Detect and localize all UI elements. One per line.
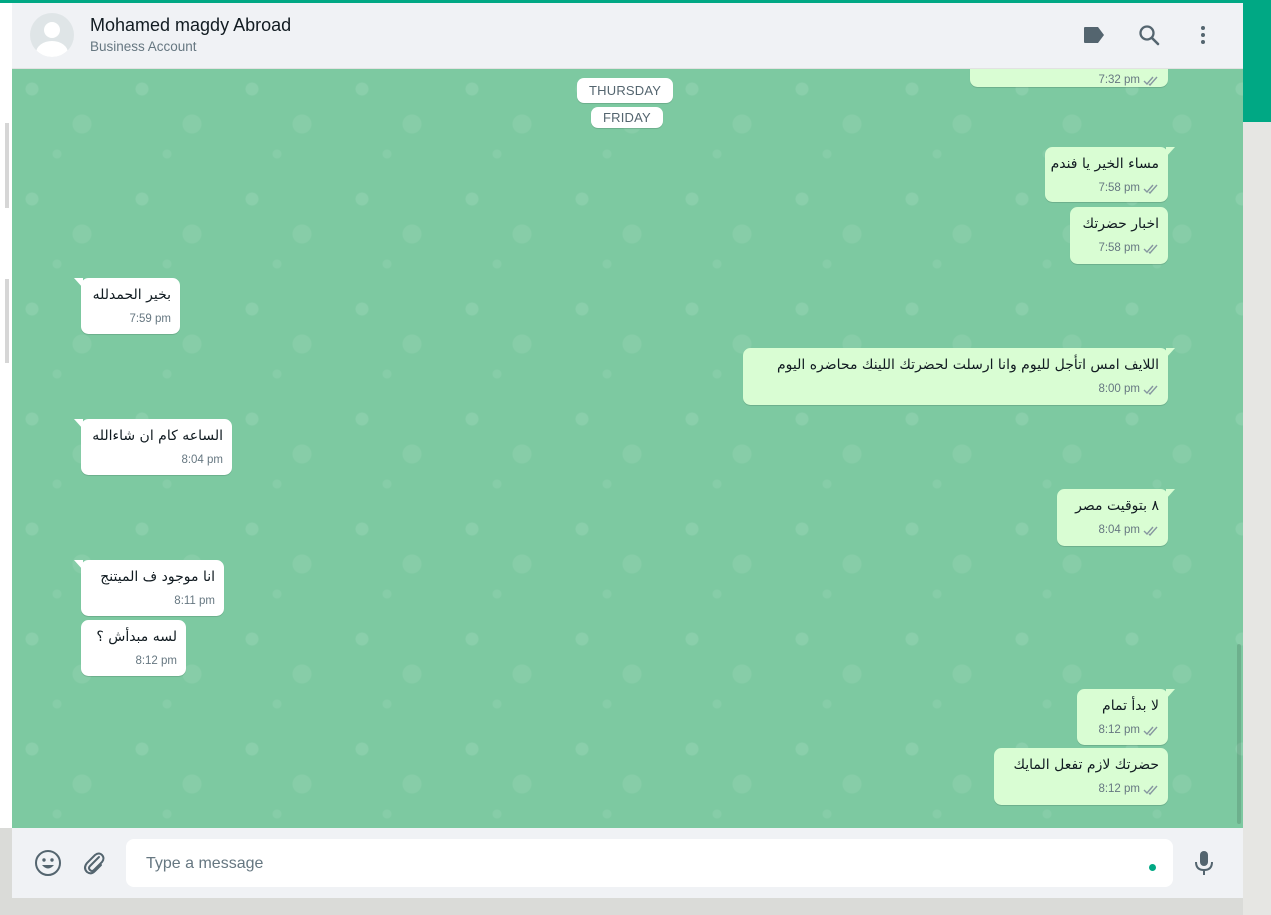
- message-text: بخير الحمدلله: [92, 287, 171, 303]
- message-time: 7:32 pm: [1098, 74, 1140, 86]
- message-bubble[interactable]: 7:32 pm: [970, 69, 1168, 87]
- message-bubble[interactable]: لا بدأ تمام 8:12 pm: [1077, 689, 1175, 745]
- more-vertical-icon: [1201, 26, 1205, 44]
- message-text: الساعه كام ان شاءالله: [92, 428, 223, 444]
- sidebar-scrollbar[interactable]: [5, 123, 9, 208]
- message-time: 8:04 pm: [181, 454, 223, 466]
- emoji-icon: [35, 850, 61, 876]
- date-chip-friday: FRIDAY: [591, 107, 663, 128]
- message-bubble[interactable]: ٨ بتوقيت مصر 8:04 pm: [1057, 489, 1175, 546]
- double-check-icon: [1143, 76, 1158, 86]
- message-text: لا بدأ تمام: [1102, 698, 1159, 714]
- message-text: اخبار حضرتك: [1082, 216, 1159, 232]
- message-bubble[interactable]: مساء الخير يا فندم 7:58 pm: [1045, 147, 1175, 202]
- message-bubble[interactable]: لسه مبدأش ؟ 8:12 pm: [81, 620, 186, 676]
- message-time: 8:00 pm: [1098, 383, 1140, 395]
- date-chip-thursday: THURSDAY: [577, 78, 674, 103]
- label-button[interactable]: [1080, 21, 1108, 49]
- message-time: 8:12 pm: [135, 655, 177, 667]
- label-icon: [1084, 27, 1104, 43]
- double-check-icon: [1143, 726, 1158, 736]
- double-check-icon: [1143, 184, 1158, 194]
- message-time: 7:58 pm: [1098, 182, 1140, 194]
- message-bubble[interactable]: بخير الحمدلله 7:59 pm: [74, 278, 180, 334]
- right-accent-panel: [1243, 0, 1271, 122]
- message-bubble[interactable]: الساعه كام ان شاءالله 8:04 pm: [74, 419, 232, 475]
- double-check-icon: [1143, 385, 1158, 395]
- message-time: 8:11 pm: [174, 595, 215, 607]
- message-input[interactable]: [144, 839, 1128, 889]
- search-icon: [1139, 25, 1160, 46]
- message-text: ٨ بتوقيت مصر: [1075, 498, 1159, 514]
- message-input-box[interactable]: [126, 839, 1173, 889]
- attach-button[interactable]: [78, 847, 110, 879]
- message-text: لسه مبدأش ؟: [96, 629, 177, 645]
- message-time: 8:12 pm: [1098, 724, 1140, 736]
- voice-record-button[interactable]: [1188, 847, 1220, 879]
- attach-icon: [84, 852, 105, 875]
- message-text: حضرتك لازم تفعل المايك: [1013, 757, 1159, 773]
- chat-header: Mohamed magdy Abroad Business Account: [12, 3, 1243, 69]
- composer-bar: [12, 828, 1243, 898]
- message-bubble[interactable]: انا موجود ف الميتنج 8:11 pm: [74, 560, 224, 616]
- sidebar-scrollbar-track: [5, 279, 9, 363]
- message-text: مساء الخير يا فندم: [1050, 156, 1159, 172]
- message-bubble[interactable]: حضرتك لازم تفعل المايك 8:12 pm: [994, 748, 1168, 805]
- chat-scrollbar[interactable]: [1237, 644, 1241, 824]
- double-check-icon: [1143, 526, 1158, 536]
- message-bubble[interactable]: اخبار حضرتك 7:58 pm: [1070, 207, 1168, 264]
- status-dot: [1149, 864, 1156, 871]
- message-list[interactable]: THURSDAY FRIDAY 7:32 pm مساء الخير يا فن…: [12, 69, 1243, 828]
- avatar[interactable]: [30, 13, 74, 57]
- message-time: 7:58 pm: [1098, 242, 1140, 254]
- contact-subtitle: Business Account: [90, 39, 197, 54]
- emoji-button[interactable]: [32, 847, 64, 879]
- message-time: 8:04 pm: [1098, 524, 1140, 536]
- microphone-icon: [1195, 851, 1213, 875]
- search-button[interactable]: [1135, 21, 1163, 49]
- contact-name[interactable]: Mohamed magdy Abroad: [90, 15, 291, 36]
- menu-button[interactable]: [1189, 21, 1217, 49]
- message-bubble[interactable]: اللايف امس اتأجل لليوم وانا ارسلت لحضرتك…: [743, 348, 1175, 405]
- double-check-icon: [1143, 785, 1158, 795]
- message-time: 8:12 pm: [1098, 783, 1140, 795]
- double-check-icon: [1143, 244, 1158, 254]
- message-time: 7:59 pm: [129, 313, 171, 325]
- message-text: انا موجود ف الميتنج: [100, 569, 215, 585]
- message-text: اللايف امس اتأجل لليوم وانا ارسلت لحضرتك…: [776, 357, 1159, 373]
- right-background: [1243, 122, 1271, 915]
